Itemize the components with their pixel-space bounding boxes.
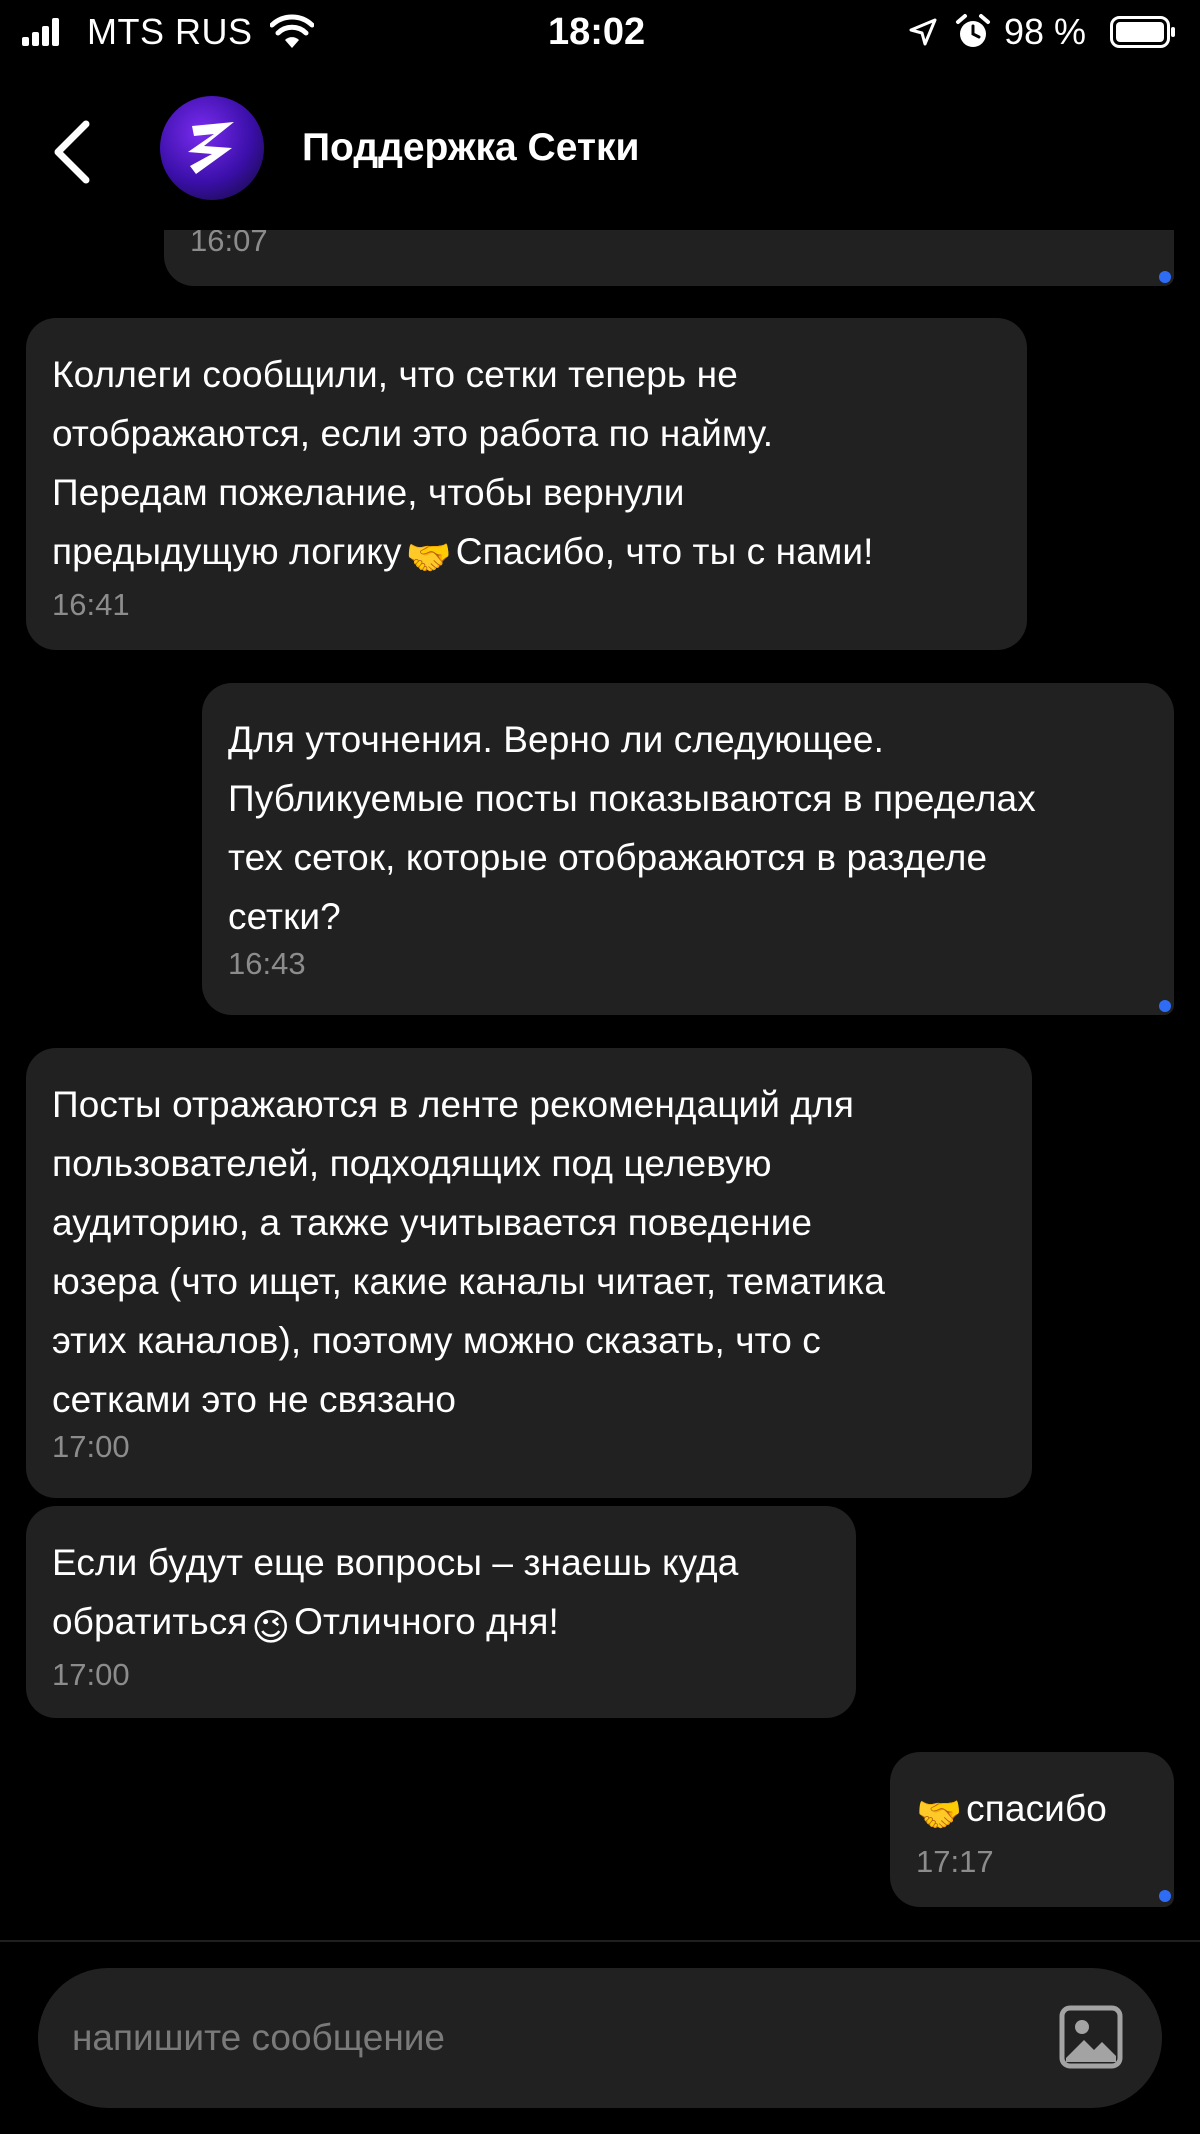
message-time: 17:17 <box>916 1844 994 1879</box>
read-indicator-icon <box>1159 1000 1171 1012</box>
message-time: 16:43 <box>228 946 306 981</box>
message-bubble-incoming[interactable]: Посты отражаются в ленте рекомендаций дл… <box>26 1048 1032 1498</box>
composer-divider <box>0 1940 1200 1942</box>
message-bubble-incoming[interactable]: Если будут еще вопросы – знаешь куда обра… <box>26 1506 856 1718</box>
message-time: 17:00 <box>52 1657 130 1692</box>
chat-title: Поддержка Сетки <box>302 126 640 169</box>
message-text: 🤝 спасибо <box>916 1779 1148 1844</box>
handshake-emoji-icon: 🤝 <box>916 1794 963 1835</box>
message-bubble-incoming[interactable]: Коллеги сообщили, что сетки теперь не ото… <box>26 318 1027 650</box>
message-bubble-outgoing[interactable]: 🤝 спасибо 17:17 <box>890 1752 1174 1907</box>
winking-face-emoji-icon: 😉 <box>251 1607 291 1648</box>
message-composer <box>38 1968 1162 2108</box>
message-text: Для уточнения. Верно ли следующее. Публи… <box>228 719 1036 937</box>
message-time: 17:00 <box>52 1429 130 1464</box>
image-icon[interactable] <box>1058 2004 1124 2070</box>
read-indicator-icon <box>1159 271 1171 283</box>
message-list[interactable]: 16:07 Коллеги сообщили, что сетки теперь… <box>0 0 1200 1940</box>
back-chevron-icon[interactable] <box>40 110 104 194</box>
read-indicator-icon <box>1159 1890 1171 1902</box>
message-text: Если будут еще вопросы – знаешь куда обра… <box>52 1533 830 1657</box>
message-text: Посты отражаются в ленте рекомендаций дл… <box>52 1084 885 1420</box>
handshake-emoji-icon: 🤝 <box>405 537 452 578</box>
message-time: 16:41 <box>52 587 130 622</box>
setka-logo-icon <box>188 122 234 174</box>
message-text: Коллеги сообщили, что сетки теперь не ото… <box>52 345 1001 587</box>
chat-header: Поддержка Сетки <box>0 80 1200 230</box>
message-input[interactable] <box>72 2008 972 2068</box>
avatar[interactable] <box>160 96 264 200</box>
message-bubble-outgoing[interactable]: Для уточнения. Верно ли следующее. Публи… <box>202 683 1174 1015</box>
